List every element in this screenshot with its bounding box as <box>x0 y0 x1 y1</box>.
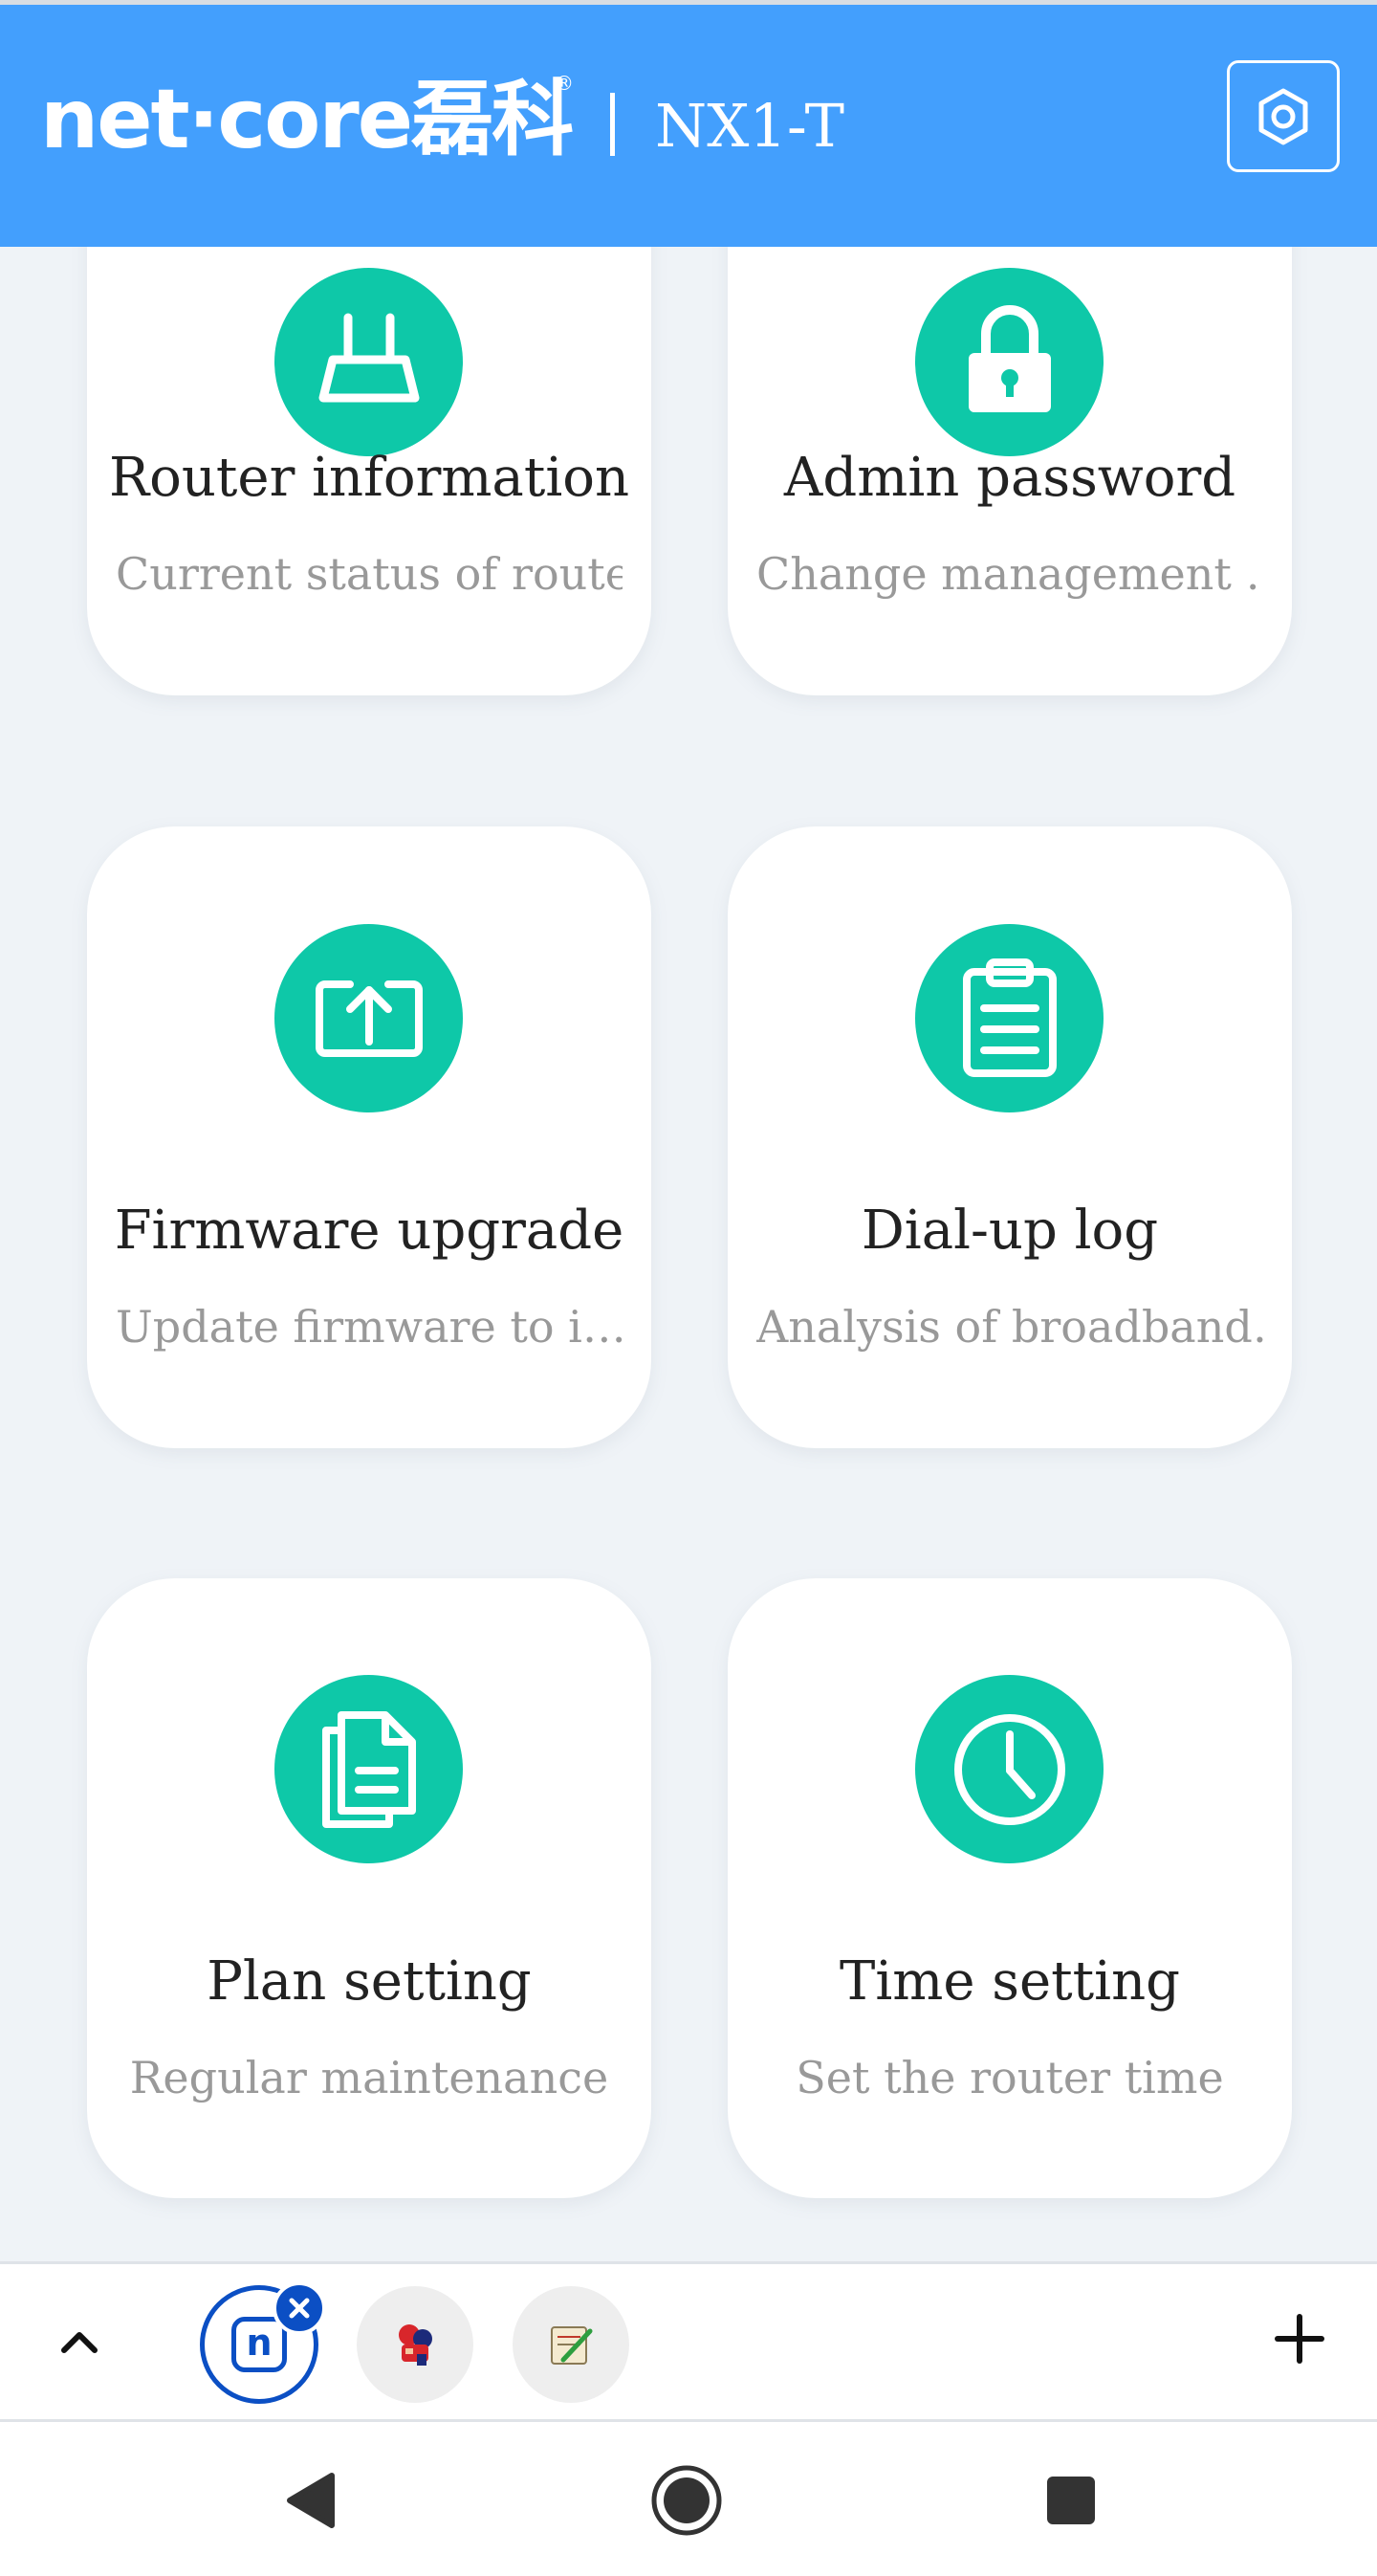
home-button[interactable] <box>646 2460 727 2541</box>
browser-tab-bar: n <box>0 2261 1377 2422</box>
app-header: net·core磊科 ® NX1-T <box>0 5 1377 247</box>
card-description: Change management … <box>756 548 1263 600</box>
card-description: Analysis of broadband… <box>756 1301 1263 1353</box>
notes-app-icon <box>551 2326 593 2365</box>
collapse-tabs-button[interactable] <box>50 2312 109 2371</box>
card-firmware-upgrade[interactable]: Firmware upgrade Update firmware to i… <box>87 826 651 1448</box>
card-description: Regular maintenance <box>129 2052 609 2103</box>
card-title: Router information <box>108 447 630 509</box>
device-model: NX1-T <box>655 91 844 161</box>
settings-button[interactable] <box>1227 60 1340 172</box>
new-tab-button[interactable] <box>1268 2307 1331 2370</box>
clipboard-icon <box>915 924 1104 1112</box>
card-description: Current status of router <box>116 548 623 600</box>
card-dial-up-log[interactable]: Dial-up log Analysis of broadband… <box>728 826 1292 1448</box>
card-time-setting[interactable]: Time setting Set the router time <box>728 1578 1292 2198</box>
back-triangle-icon <box>287 2473 335 2528</box>
chevron-up-icon <box>61 2332 98 2353</box>
close-tab-button[interactable] <box>273 2281 326 2335</box>
tab-game[interactable] <box>357 2286 473 2403</box>
system-navigation-bar <box>0 2422 1377 2576</box>
card-title: Admin password <box>783 447 1236 509</box>
card-title: Firmware upgrade <box>114 1200 624 1262</box>
upload-icon <box>274 924 463 1112</box>
card-title: Plan setting <box>207 1950 532 2013</box>
registered-mark: ® <box>555 72 574 95</box>
clock-icon <box>915 1675 1104 1863</box>
tab-notes[interactable] <box>513 2286 629 2403</box>
gear-icon <box>1258 88 1308 144</box>
back-button[interactable] <box>273 2462 349 2539</box>
lock-icon <box>915 268 1104 456</box>
card-description: Set the router time <box>796 2052 1224 2103</box>
card-title: Time setting <box>839 1950 1180 2013</box>
home-circle-icon <box>651 2465 722 2536</box>
app-letter: n <box>246 2322 273 2364</box>
card-title: Dial-up log <box>861 1200 1159 1262</box>
router-icon <box>274 268 463 456</box>
game-character-icon <box>399 2324 432 2366</box>
plus-icon <box>1275 2314 1324 2364</box>
recents-button[interactable] <box>1033 2462 1109 2539</box>
document-icon <box>274 1675 463 1863</box>
card-plan-setting[interactable]: Plan setting Regular maintenance <box>87 1578 651 2198</box>
header-divider <box>610 93 615 156</box>
recents-square-icon <box>1047 2477 1095 2524</box>
close-icon <box>289 2298 310 2319</box>
card-description: Update firmware to i… <box>116 1301 623 1353</box>
brand-logo: net·core磊科 <box>40 72 574 167</box>
